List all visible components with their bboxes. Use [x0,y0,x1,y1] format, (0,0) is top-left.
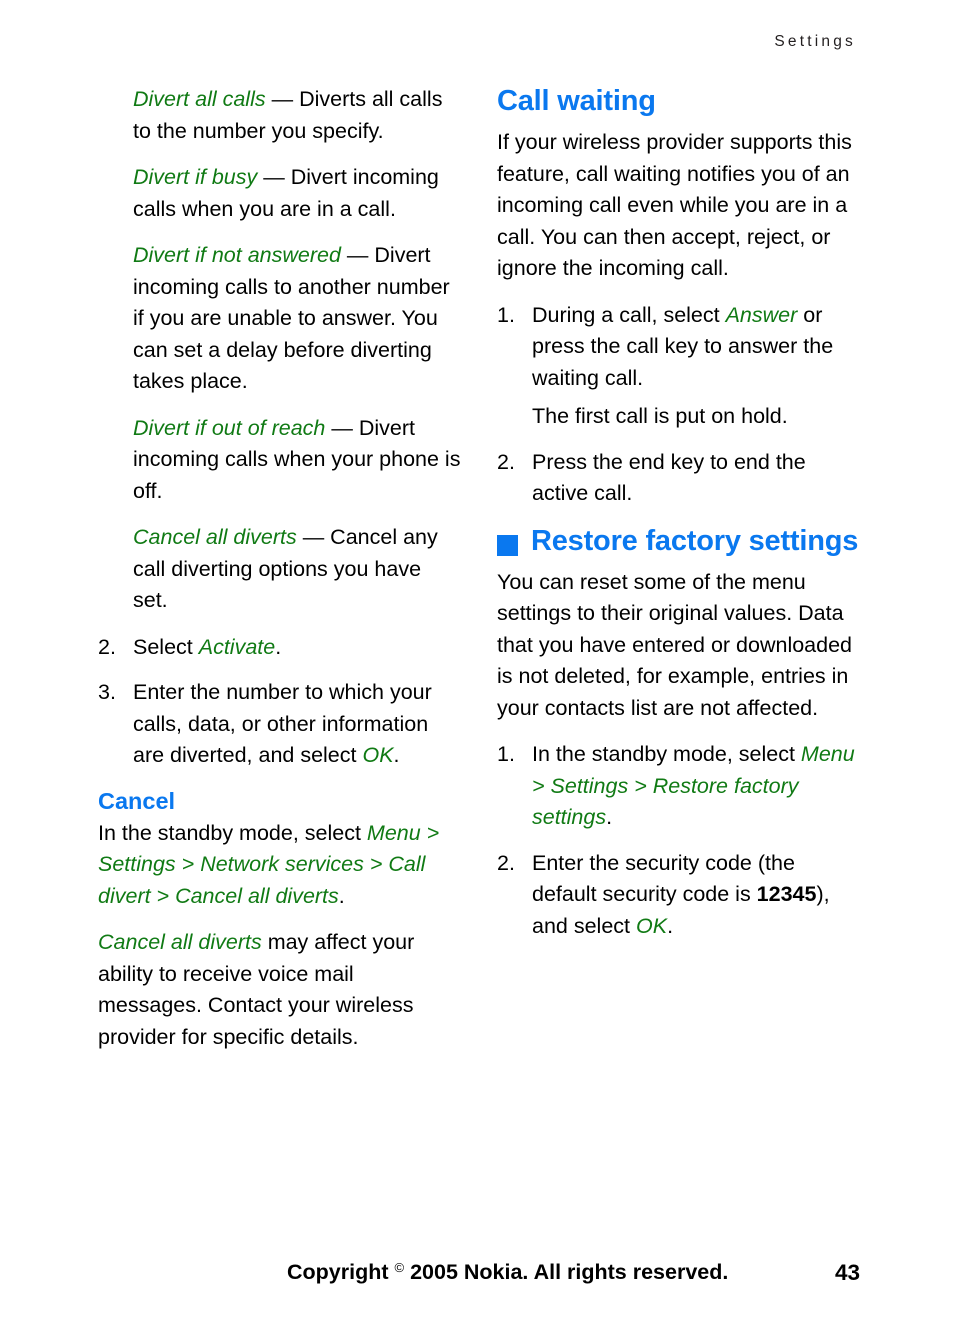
copyright-symbol: © [394,1260,405,1275]
definition-dash: — [325,415,359,440]
chapter-heading-call-waiting: Call waiting [497,85,656,117]
list-item: 3. Enter the number to which your calls,… [98,677,461,772]
section-heading-cancel: Cancel [98,787,176,814]
list-item-number: 2. [497,850,515,875]
list-item-text: Enter the security code (the default sec… [532,848,860,943]
list-item-number-spacer [497,401,532,433]
continuation-text: The first call is put on hold. [532,404,788,428]
step-text-post: . [606,805,613,829]
definition-term: Divert if out of reach [133,415,326,440]
list-item: 2. Press the end key to end the active c… [497,447,860,510]
list-item: 2. Enter the security code (the default … [497,848,860,943]
definition-term: Divert all calls [133,87,266,111]
list-item-number: 3. [98,680,116,704]
chapter-heading-restore-factory-settings: Restore factory settings [497,524,860,559]
note-menu-name: Cancel all diverts [98,930,262,954]
copyright-notice: Copyright © 2005 Nokia. All rights reser… [287,1260,728,1285]
definition-divert-if-not-answered: Divert if not answered — Divert incoming… [98,240,461,398]
divert-steps-list: 2. Select Activate. 3. Enter the number … [98,632,461,772]
list-item-number: 1. [497,742,515,766]
list-item-text: In the standby mode, select Menu > Setti… [532,739,860,834]
definition-divert-all-calls: Divert all calls — Diverts all calls to … [98,84,461,147]
two-column-body: Divert all calls — Diverts all calls to … [98,84,860,1068]
chapter-heading-text: Restore factory settings [531,524,859,557]
left-column: Divert all calls — Diverts all calls to … [98,84,461,1068]
list-item: 2. Select Activate. [98,632,461,664]
definition-term: Divert if busy [133,165,258,189]
list-item-continuation: The first call is put on hold. [497,401,860,433]
list-item-number: 2. [497,449,515,474]
step-text-pre: Enter the security code (the default sec… [532,850,795,907]
square-bullet-icon [497,534,518,556]
security-code-value: 12345 [756,882,817,906]
definition-dash: — [296,525,331,549]
call-waiting-intro: If your wireless provider supports this … [497,130,852,280]
running-header-title: Settings [774,33,856,50]
definition-term: Divert if not answered [133,243,341,267]
page-number: 43 [834,1260,860,1285]
list-item: 1. In the standby mode, select Menu > Se… [497,739,860,834]
step-menu-name: OK [362,743,394,767]
restore-steps-list: 1. In the standby mode, select Menu > Se… [497,739,860,942]
right-column: Call waiting If your wireless provider s… [497,84,860,1068]
definition-dash: — [340,243,375,267]
step-menu-name: Answer [725,302,798,327]
list-item-number: 2. [98,634,116,659]
step-text-post: . [667,913,674,938]
step-menu-name: OK [635,913,668,938]
step-menu-name: Activate [198,634,276,659]
document-page: Settings Divert all calls — Diverts all … [0,0,954,1322]
restore-intro: You can reset some of the menu settings … [497,569,853,720]
list-item-text: Press the end key to end the active call… [532,449,806,506]
definition-divert-if-busy: Divert if busy — Divert incoming calls w… [98,162,461,225]
list-item-text: During a call, select Answer or press th… [532,300,860,395]
call-waiting-steps-list: 1. During a call, select Answer or press… [497,300,860,510]
list-item-text: Enter the number to which your calls, da… [133,677,461,772]
menu-path-end: . [338,883,345,908]
menu-path-intro: In the standby mode, select [98,820,367,845]
step-text-post: . [393,743,400,767]
list-item: 1. During a call, select Answer or press… [497,300,860,395]
list-item-text: Select Activate. [133,632,461,664]
cancel-menu-path-paragraph: In the standby mode, select Menu > Setti… [98,818,461,913]
step-text-post: . [275,634,282,659]
page-footer: Copyright © 2005 Nokia. All rights reser… [0,1260,954,1290]
definition-divert-if-out-of-reach: Divert if out of reach — Divert incoming… [98,413,461,508]
step-text-pre: Select [133,634,199,659]
copyright-post: 2005 Nokia. All rights reserved. [404,1260,729,1284]
cancel-note-paragraph: Cancel all diverts may affect your abili… [98,927,461,1053]
copyright-pre: Copyright [287,1260,395,1284]
definition-dash: — [265,87,300,111]
list-item-number: 1. [497,302,515,327]
definition-dash: — [257,165,291,189]
definition-term: Cancel all diverts [133,525,297,549]
step-text-pre: In the standby mode, select [532,742,801,766]
definition-cancel-all-diverts: Cancel all diverts — Cancel any call div… [98,522,461,617]
step-text-pre: During a call, select [532,302,726,327]
